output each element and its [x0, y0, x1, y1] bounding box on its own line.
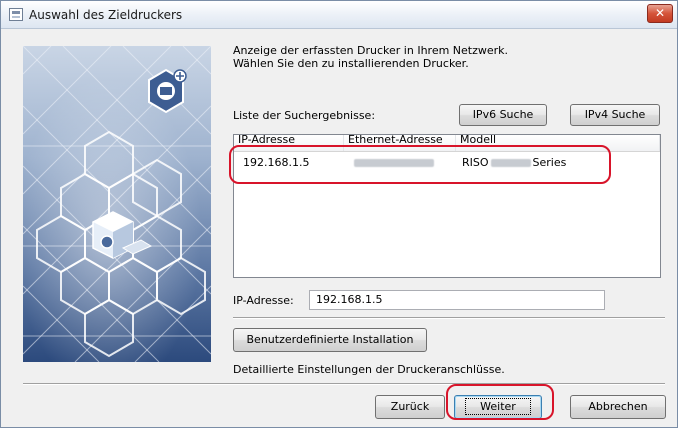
title-bar: Auswahl des Zieldruckers ✕ — [1, 1, 677, 29]
custom-install-description: Detaillierte Einstellungen der Druckeran… — [233, 363, 505, 376]
results-label: Liste der Suchergebnisse: — [233, 109, 376, 122]
close-button[interactable]: ✕ — [647, 4, 673, 23]
instructions-line-2: Wählen Sie den zu installierenden Drucke… — [233, 57, 469, 70]
separator — [233, 317, 665, 319]
ipv6-search-button[interactable]: IPv6 Suche — [459, 104, 547, 126]
footer-separator — [23, 383, 665, 385]
custom-install-button[interactable]: Benutzerdefinierte Installation — [233, 328, 427, 352]
next-highlight-annotation — [446, 384, 554, 420]
ip-address-input[interactable]: 192.168.1.5 — [309, 290, 605, 310]
installer-banner — [23, 46, 211, 362]
instructions: Anzeige der erfassten Drucker in Ihrem N… — [233, 44, 653, 70]
app-icon — [9, 8, 23, 21]
ip-address-label: IP-Adresse: — [233, 294, 294, 307]
banner-graphic — [23, 46, 211, 362]
row-highlight-annotation — [229, 145, 611, 184]
ipv4-search-button[interactable]: IPv4 Suche — [570, 104, 660, 126]
back-button[interactable]: Zurück — [375, 395, 445, 419]
window-title: Auswahl des Zieldruckers — [29, 8, 183, 22]
cancel-button[interactable]: Abbrechen — [570, 395, 666, 419]
close-icon: ✕ — [654, 6, 666, 20]
instructions-line-1: Anzeige der erfassten Drucker in Ihrem N… — [233, 44, 509, 57]
dialog-window: Auswahl des Zieldruckers ✕ Anzeige der e… — [0, 0, 678, 428]
